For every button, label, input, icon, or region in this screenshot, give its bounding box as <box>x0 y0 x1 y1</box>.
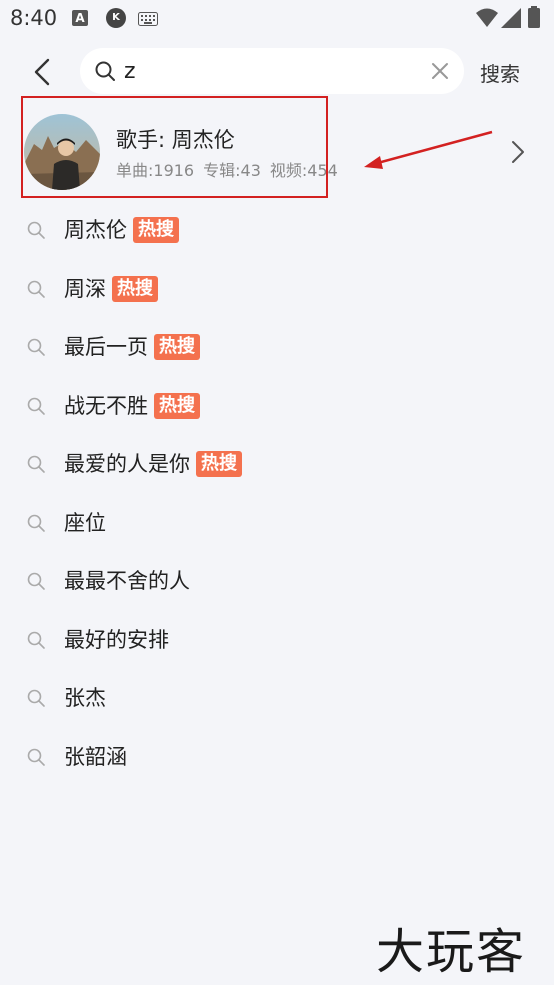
back-button[interactable] <box>26 52 62 92</box>
annotation-arrow-icon <box>364 130 493 169</box>
wifi-icon <box>476 8 498 27</box>
search-icon <box>27 397 45 415</box>
hot-badge: 热搜 <box>133 217 179 243</box>
hot-badge: 热搜 <box>154 334 200 360</box>
artist-stats: 单曲:1916 专辑:43 视频:454 <box>116 157 347 181</box>
suggestion-label: 最后一页 <box>64 335 148 359</box>
suggestion-label: 座位 <box>64 510 106 535</box>
suggestion-text: 张韶涵 <box>64 741 127 771</box>
hot-badge: 热搜 <box>196 451 242 477</box>
suggestion-text: 周深 热搜 <box>64 273 158 303</box>
hot-badge: 热搜 <box>112 275 158 302</box>
suggestion-label: 周深 <box>64 276 106 301</box>
search-icon <box>27 689 45 707</box>
keyboard-icon <box>138 12 158 26</box>
search-input[interactable] <box>124 54 414 88</box>
search-button[interactable]: 搜索 <box>480 58 520 87</box>
suggestion-list: 周杰伦 热搜 周深 热搜 最后一页 热搜 战无不胜 热搜 最爱的人是你 热搜 座位 最最不… <box>0 206 554 791</box>
search-icon <box>27 221 45 239</box>
suggestion-item[interactable]: 最爱的人是你 热搜 <box>0 440 554 499</box>
suggestion-label: 张杰 <box>64 686 106 710</box>
hot-badge: 热搜 <box>154 392 200 419</box>
search-box[interactable] <box>80 48 464 94</box>
search-icon <box>27 514 45 532</box>
videos-count: 视频:454 <box>269 161 338 180</box>
suggestion-text: 最好的安排 <box>64 624 169 654</box>
chevron-left-icon <box>34 58 50 86</box>
suggestion-item[interactable]: 周深 热搜 <box>0 265 554 324</box>
suggestion-item[interactable]: 最最不舍的人 <box>0 557 554 616</box>
chevron-right-icon <box>512 141 524 163</box>
search-icon <box>27 631 45 649</box>
suggestion-item[interactable]: 最后一页 热搜 <box>0 323 554 382</box>
singles-count: 单曲:1916 <box>116 161 195 180</box>
suggestion-text: 张杰 <box>64 682 106 712</box>
suggestion-item[interactable]: 最好的安排 <box>0 616 554 675</box>
artist-title: 歌手: 周杰伦 <box>116 128 235 152</box>
search-icon <box>27 455 45 473</box>
search-icon <box>27 280 45 298</box>
suggestion-item[interactable]: 张韶涵 <box>0 733 554 792</box>
status-bar: 8:40 A K <box>0 0 554 38</box>
close-icon[interactable] <box>430 61 450 81</box>
avatar <box>24 114 100 190</box>
suggestion-label: 最好的安排 <box>64 627 169 652</box>
search-icon <box>27 748 45 766</box>
status-time: 8:40 <box>10 6 58 30</box>
search-icon <box>95 61 115 81</box>
suggestion-item[interactable]: 座位 <box>0 499 554 558</box>
suggestion-text: 最后一页 热搜 <box>64 331 200 361</box>
suggestion-item[interactable]: 张杰 <box>0 674 554 733</box>
suggestion-label: 最最不舍的人 <box>64 569 190 593</box>
battery-icon <box>528 6 540 28</box>
search-icon <box>27 338 45 356</box>
suggestion-text: 最爱的人是你 热搜 <box>64 448 242 478</box>
watermark: 大玩客 <box>376 924 527 980</box>
suggestion-label: 战无不胜 <box>64 393 148 418</box>
suggestion-label: 周杰伦 <box>64 218 127 242</box>
a-app-icon: A <box>72 10 88 26</box>
suggestion-label: 张韶涵 <box>64 744 127 769</box>
suggestion-item[interactable]: 周杰伦 热搜 <box>0 206 554 265</box>
suggestion-text: 最最不舍的人 <box>64 565 190 595</box>
suggestion-text: 战无不胜 热搜 <box>64 390 200 420</box>
search-icon <box>27 572 45 590</box>
suggestion-text: 周杰伦 热搜 <box>64 214 179 244</box>
suggestion-item[interactable]: 战无不胜 热搜 <box>0 382 554 441</box>
k-app-icon: K <box>106 8 126 28</box>
signal-icon <box>501 8 521 28</box>
suggestion-text: 座位 <box>64 507 106 537</box>
suggestion-label: 最爱的人是你 <box>64 452 190 476</box>
albums-count: 专辑:43 <box>203 161 261 180</box>
